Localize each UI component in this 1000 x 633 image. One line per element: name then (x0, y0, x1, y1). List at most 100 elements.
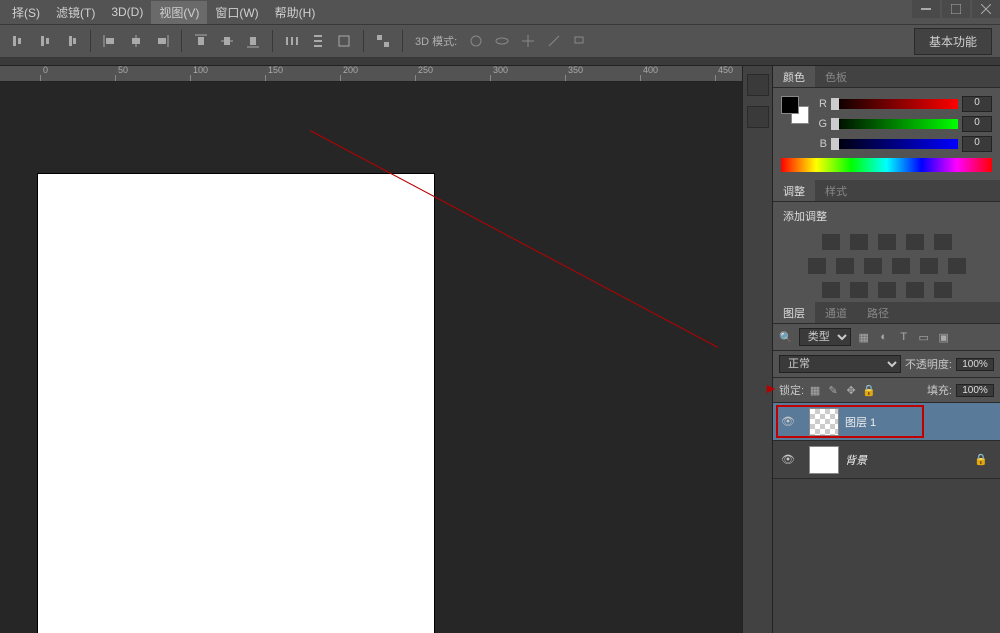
close-button[interactable] (972, 0, 1000, 18)
posterize-icon[interactable] (850, 282, 868, 298)
menu-3d[interactable]: 3D(D) (103, 2, 151, 22)
threshold-icon[interactable] (878, 282, 896, 298)
align-left-icon[interactable] (99, 30, 121, 52)
menu-select[interactable]: 择(S) (4, 1, 48, 24)
photo-filter-icon[interactable] (892, 258, 910, 274)
blend-mode-select[interactable]: 正常 (779, 355, 901, 373)
layer-name[interactable]: 图层 1 (845, 414, 876, 430)
curves-icon[interactable] (878, 234, 896, 250)
tab-swatches[interactable]: 色板 (815, 66, 857, 87)
3d-pan-icon[interactable] (517, 30, 539, 52)
layer-item-background[interactable]: 👁 背景 🔒 (773, 441, 1000, 479)
fill-field[interactable]: 100% (956, 384, 994, 397)
lock-transparency-icon[interactable]: ▦ (808, 383, 822, 397)
divider (90, 30, 91, 52)
exposure-icon[interactable] (906, 234, 924, 250)
g-slider[interactable] (831, 119, 958, 129)
collapsed-panel-rail (742, 66, 772, 633)
opacity-label: 不透明度: (905, 356, 952, 372)
layer-thumbnail[interactable] (809, 408, 839, 436)
layer-thumbnail[interactable] (809, 446, 839, 474)
distribute-v-icon[interactable] (307, 30, 329, 52)
tab-channels[interactable]: 通道 (815, 302, 857, 323)
tab-adjustments[interactable]: 调整 (773, 180, 815, 201)
divider (181, 30, 182, 52)
bw-icon[interactable] (864, 258, 882, 274)
align-btn-1[interactable] (8, 30, 30, 52)
color-panel-tabs: 颜色 色板 (773, 66, 1000, 88)
maximize-button[interactable] (942, 0, 970, 18)
auto-align-icon[interactable] (372, 30, 394, 52)
foreground-color-swatch[interactable] (781, 96, 799, 114)
channel-mixer-icon[interactable] (920, 258, 938, 274)
g-value[interactable]: 0 (962, 116, 992, 132)
filter-adjust-icon[interactable]: ◐ (877, 330, 891, 344)
tab-styles[interactable]: 样式 (815, 180, 857, 201)
align-btn-2[interactable] (34, 30, 56, 52)
3d-slide-icon[interactable] (543, 30, 565, 52)
visibility-eye-icon[interactable]: 👁 (781, 453, 795, 466)
b-value[interactable]: 0 (962, 136, 992, 152)
3d-roll-icon[interactable] (491, 30, 513, 52)
lock-position-icon[interactable]: ✥ (844, 383, 858, 397)
3d-zoom-icon[interactable] (569, 30, 591, 52)
tab-paths[interactable]: 路径 (857, 302, 899, 323)
layer-filter-type[interactable]: 类型 (799, 328, 851, 346)
distribute-h-icon[interactable] (281, 30, 303, 52)
lookup-icon[interactable] (948, 258, 966, 274)
r-value[interactable]: 0 (962, 96, 992, 112)
menu-window[interactable]: 窗口(W) (207, 1, 266, 24)
layer-name[interactable]: 背景 (845, 452, 867, 468)
3d-rotate-icon[interactable] (465, 30, 487, 52)
b-slider[interactable] (831, 139, 958, 149)
g-label: G (815, 118, 827, 130)
filter-pixel-icon[interactable]: ▦ (857, 330, 871, 344)
minimize-button[interactable] (912, 0, 940, 18)
adjustments-panel: 添加调整 (773, 202, 1000, 302)
opacity-field[interactable]: 100% (956, 358, 994, 371)
align-btn-3[interactable] (60, 30, 82, 52)
menu-view[interactable]: 视图(V) (151, 1, 207, 24)
annotation-arrow-head: ► (764, 380, 778, 396)
align-right-icon[interactable] (151, 30, 173, 52)
align-top-icon[interactable] (190, 30, 212, 52)
layer-item-layer1[interactable]: 👁 图层 1 (773, 403, 1000, 441)
color-balance-icon[interactable] (836, 258, 854, 274)
canvas-area[interactable]: 0 50 100 150 200 250 300 350 400 450 (0, 66, 742, 633)
workspace-essentials-button[interactable]: 基本功能 (914, 28, 992, 55)
add-adjustment-label: 添加调整 (773, 202, 1000, 230)
tab-color[interactable]: 颜色 (773, 66, 815, 87)
horizontal-ruler: 0 50 100 150 200 250 300 350 400 450 (0, 66, 742, 82)
invert-icon[interactable] (822, 282, 840, 298)
rail-btn-1[interactable] (747, 74, 769, 96)
gradient-map-icon[interactable] (906, 282, 924, 298)
levels-icon[interactable] (850, 234, 868, 250)
layers-panel: 🔍 类型 ▦ ◐ T ▭ ▣ 正常 不透明度: 100% 锁定: ▦ ✎ ✥ (773, 324, 1000, 633)
filter-smart-icon[interactable]: ▣ (937, 330, 951, 344)
lock-label: 锁定: (779, 382, 804, 398)
distribute-3-icon[interactable] (333, 30, 355, 52)
align-bottom-icon[interactable] (242, 30, 264, 52)
lock-pixels-icon[interactable]: ✎ (826, 383, 840, 397)
r-slider[interactable] (831, 99, 958, 109)
menu-filter[interactable]: 滤镜(T) (48, 1, 103, 24)
align-middle-icon[interactable] (216, 30, 238, 52)
filter-type-icon[interactable]: T (897, 330, 911, 344)
hue-sat-icon[interactable] (808, 258, 826, 274)
spectrum-ramp[interactable] (781, 158, 992, 172)
vibrance-icon[interactable] (934, 234, 952, 250)
menu-help[interactable]: 帮助(H) (267, 1, 324, 24)
layers-panel-tabs: 图层 通道 路径 (773, 302, 1000, 324)
selective-color-icon[interactable] (934, 282, 952, 298)
filter-shape-icon[interactable]: ▭ (917, 330, 931, 344)
document-canvas[interactable] (38, 174, 434, 633)
lock-all-icon[interactable]: 🔒 (862, 383, 876, 397)
visibility-eye-icon[interactable]: 👁 (781, 415, 795, 428)
fg-bg-swatches[interactable] (781, 96, 809, 124)
align-center-h-icon[interactable] (125, 30, 147, 52)
rail-btn-2[interactable] (747, 106, 769, 128)
brightness-icon[interactable] (822, 234, 840, 250)
tab-layers[interactable]: 图层 (773, 302, 815, 323)
window-controls (910, 0, 1000, 18)
lock-icon: 🔒 (974, 453, 988, 466)
